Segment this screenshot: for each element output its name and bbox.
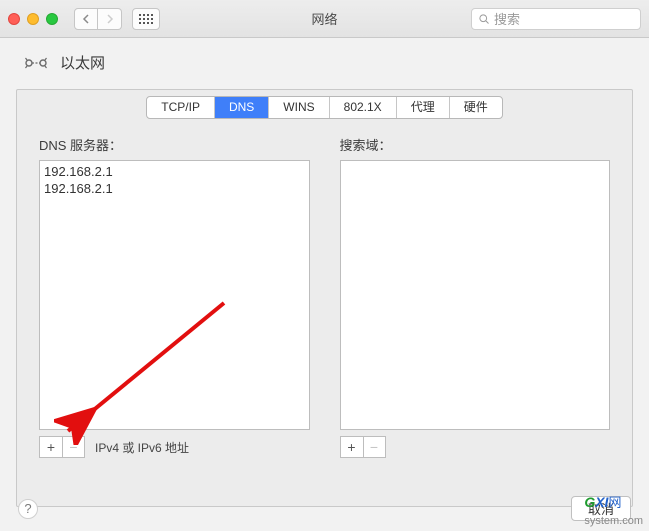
tab-dns[interactable]: DNS xyxy=(215,97,269,118)
tab-bar: TCP/IP DNS WINS 802.1X 代理 硬件 xyxy=(146,96,502,119)
interface-header: 以太网 xyxy=(0,38,649,83)
zoom-window-button[interactable] xyxy=(46,13,58,25)
grid-icon xyxy=(139,14,153,24)
remove-domain-button[interactable]: − xyxy=(363,437,385,457)
dns-hint: IPv4 或 IPv6 地址 xyxy=(95,439,189,456)
cancel-button[interactable]: 取消 xyxy=(571,496,631,521)
forward-button[interactable] xyxy=(98,8,122,30)
help-button[interactable]: ? xyxy=(18,499,38,519)
show-all-button[interactable] xyxy=(132,8,160,30)
search-domains-column: 搜索域： + − xyxy=(340,135,611,458)
tab-tcpip[interactable]: TCP/IP xyxy=(147,97,215,118)
nav-buttons xyxy=(74,8,122,30)
ethernet-icon xyxy=(22,53,50,73)
tab-proxy[interactable]: 代理 xyxy=(397,97,450,118)
close-window-button[interactable] xyxy=(8,13,20,25)
add-dns-button[interactable]: + xyxy=(40,437,62,457)
dns-entry[interactable]: 192.168.2.1 xyxy=(44,163,305,180)
dns-entry[interactable]: 192.168.2.1 xyxy=(44,180,305,197)
domains-add-remove: + − xyxy=(340,436,386,458)
search-domains-controls: + − xyxy=(340,436,611,458)
settings-panel: TCP/IP DNS WINS 802.1X 代理 硬件 DNS 服务器： 19… xyxy=(16,89,633,507)
dns-column: DNS 服务器： 192.168.2.1 192.168.2.1 + − IPv… xyxy=(39,135,310,458)
search-domains-list[interactable] xyxy=(340,160,611,430)
minimize-window-button[interactable] xyxy=(27,13,39,25)
dns-add-remove: + − xyxy=(39,436,85,458)
titlebar: 网络 搜索 xyxy=(0,0,649,38)
search-icon xyxy=(478,13,490,25)
search-domains-label: 搜索域： xyxy=(340,135,611,154)
window-controls xyxy=(8,13,58,25)
tab-wins[interactable]: WINS xyxy=(269,97,329,118)
back-button[interactable] xyxy=(74,8,98,30)
tab-hardware[interactable]: 硬件 xyxy=(450,97,502,118)
add-domain-button[interactable]: + xyxy=(341,437,363,457)
search-placeholder: 搜索 xyxy=(494,9,520,28)
dns-servers-list[interactable]: 192.168.2.1 192.168.2.1 xyxy=(39,160,310,430)
interface-name: 以太网 xyxy=(60,52,105,73)
remove-dns-button[interactable]: − xyxy=(62,437,84,457)
dns-controls: + − IPv4 或 IPv6 地址 xyxy=(39,436,310,458)
bottom-bar: ? 取消 xyxy=(0,490,649,531)
columns: DNS 服务器： 192.168.2.1 192.168.2.1 + − IPv… xyxy=(17,135,632,458)
tab-8021x[interactable]: 802.1X xyxy=(330,97,397,118)
dns-servers-label: DNS 服务器： xyxy=(39,135,310,154)
search-field[interactable]: 搜索 xyxy=(471,8,641,30)
